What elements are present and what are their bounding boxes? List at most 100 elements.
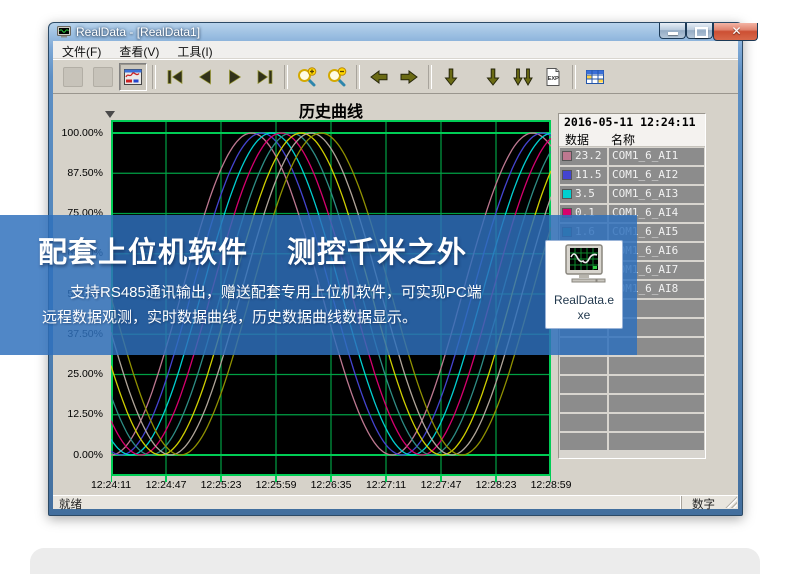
toolbar: EXP <box>53 59 738 93</box>
x-tick-label: 12:28:59 <box>521 479 581 491</box>
cursor-down-double-icon <box>512 67 534 87</box>
menu-item-1[interactable]: 查看(V) <box>110 41 168 59</box>
promo-heading: 配套上位机软件 测控千米之外 <box>0 215 637 271</box>
column-divider <box>607 186 609 203</box>
toolbar-button-export[interactable]: EXP <box>539 63 567 91</box>
monitor-icon <box>559 244 609 288</box>
y-tick-label: 100.00% <box>62 127 103 139</box>
x-tick-label: 12:27:11 <box>356 479 416 491</box>
series-color-swatch <box>562 151 572 161</box>
column-divider <box>607 167 609 184</box>
blank-disabled-icon <box>63 67 83 87</box>
x-axis-labels: 12:24:1112:24:4712:25:2312:25:5912:26:35… <box>111 479 551 493</box>
toolbar-gap <box>466 76 478 77</box>
pan-left-icon <box>368 67 390 87</box>
svg-text:EXP: EXP <box>548 76 559 82</box>
channel-name: COM1_6_AI2 <box>612 168 678 181</box>
table-row-empty[interactable] <box>560 357 704 374</box>
menu-item-2[interactable]: 工具(I) <box>168 41 221 59</box>
toolbar-button-cursor-down-double[interactable] <box>509 63 537 91</box>
x-tick-label: 12:25:23 <box>191 479 251 491</box>
y-tick-label: 87.50% <box>67 167 103 179</box>
toolbar-button-go-next[interactable] <box>221 63 249 91</box>
toolbar-button-go-last[interactable] <box>251 63 279 91</box>
value-cell <box>560 395 607 412</box>
table-row-COM1_6_AI3[interactable]: 3.5 COM1_6_AI3 <box>560 186 704 203</box>
value-cell <box>560 376 607 393</box>
toolbar-button-cursor-down-2[interactable] <box>479 63 507 91</box>
close-button[interactable]: ✕ <box>713 23 758 41</box>
status-mode-text: 数字 <box>681 496 731 509</box>
toolbar-separator <box>356 65 360 89</box>
maximize-button[interactable] <box>686 23 713 39</box>
x-tick-label: 12:28:23 <box>466 479 526 491</box>
toolbar-button-data-table[interactable] <box>581 63 609 91</box>
x-tick-label: 12:27:47 <box>411 479 471 491</box>
x-tick-label: 12:26:35 <box>301 479 361 491</box>
page-bottom-strip <box>30 548 760 574</box>
close-icon: ✕ <box>714 24 759 38</box>
column-header-data: 数据 <box>565 131 589 148</box>
maximize-icon <box>695 27 708 38</box>
column-divider <box>607 357 609 374</box>
toolbar-button-go-first[interactable] <box>161 63 189 91</box>
cursor-down-icon <box>440 67 462 87</box>
minimize-button[interactable] <box>659 23 686 39</box>
table-row-COM1_6_AI1[interactable]: 23.2COM1_6_AI1 <box>560 148 704 165</box>
channel-value: 3.5 <box>575 187 595 200</box>
cursor-down-2-icon <box>482 67 504 87</box>
toolbar-button-pan-left[interactable] <box>365 63 393 91</box>
value-cell: 11.5 <box>560 167 607 184</box>
window-title: RealData - [RealData1] <box>76 25 200 39</box>
x-tick-label: 12:24:11 <box>81 479 141 491</box>
toolbar-separator <box>572 65 576 89</box>
y-tick-label: 0.00% <box>73 449 103 461</box>
promo-banner: 配套上位机软件 测控千米之外 支持RS485通讯输出，赠送配套专用上位机软件，可… <box>0 215 637 355</box>
x-tick-label: 12:25:59 <box>246 479 306 491</box>
blank-disabled-2-icon <box>93 67 113 87</box>
column-divider <box>607 148 609 165</box>
toolbar-button-zoom-out[interactable] <box>323 63 351 91</box>
menu-item-0[interactable]: 文件(F) <box>53 41 110 59</box>
value-cell <box>560 414 607 431</box>
icon-label-line2: xe <box>546 308 622 323</box>
minimize-icon <box>668 32 678 35</box>
realdata-exe-icon[interactable]: RealData.e xe <box>545 240 623 329</box>
go-prev-icon <box>194 67 216 87</box>
zoom-in-icon <box>296 67 318 87</box>
plot-cursor-marker[interactable] <box>105 111 115 118</box>
toolbar-button-blank-disabled[interactable] <box>59 63 87 91</box>
panel-header-row: 数据 名称 <box>559 130 705 147</box>
table-row-empty[interactable] <box>560 376 704 393</box>
channel-value: 23.2 <box>575 149 602 162</box>
value-cell: 3.5 <box>560 186 607 203</box>
channel-name: COM1_6_AI3 <box>612 187 678 200</box>
table-row-empty[interactable] <box>560 395 704 412</box>
status-ready-text: 就绪 <box>59 496 82 512</box>
column-divider <box>607 395 609 412</box>
chart-title: 历史曲线 <box>111 98 551 122</box>
toolbar-button-cursor-down[interactable] <box>437 63 465 91</box>
value-cell <box>560 357 607 374</box>
table-row-COM1_6_AI2[interactable]: 11.5 COM1_6_AI2 <box>560 167 704 184</box>
toolbar-button-history-curve[interactable] <box>119 63 147 91</box>
go-first-icon <box>164 67 186 87</box>
resize-grip[interactable] <box>725 496 737 508</box>
screenshot-stage: RealData - [RealData1] ✕ 文件(F)查看(V)工具(I)… <box>0 0 790 574</box>
toolbar-button-go-prev[interactable] <box>191 63 219 91</box>
toolbar-separator <box>284 65 288 89</box>
series-color-swatch <box>562 170 572 180</box>
table-row-empty[interactable] <box>560 433 704 450</box>
app-icon[interactable] <box>57 26 71 38</box>
toolbar-button-zoom-in[interactable] <box>293 63 321 91</box>
zoom-out-icon <box>326 67 348 87</box>
toolbar-button-blank-disabled-2[interactable] <box>89 63 117 91</box>
y-tick-label: 25.00% <box>67 368 103 380</box>
toolbar-separator <box>152 65 156 89</box>
toolbar-button-pan-right[interactable] <box>395 63 423 91</box>
go-next-icon <box>224 67 246 87</box>
table-row-empty[interactable] <box>560 414 704 431</box>
pan-right-icon <box>398 67 420 87</box>
data-table-icon <box>585 67 605 87</box>
window-titlebar[interactable]: RealData - [RealData1] ✕ <box>49 23 742 41</box>
